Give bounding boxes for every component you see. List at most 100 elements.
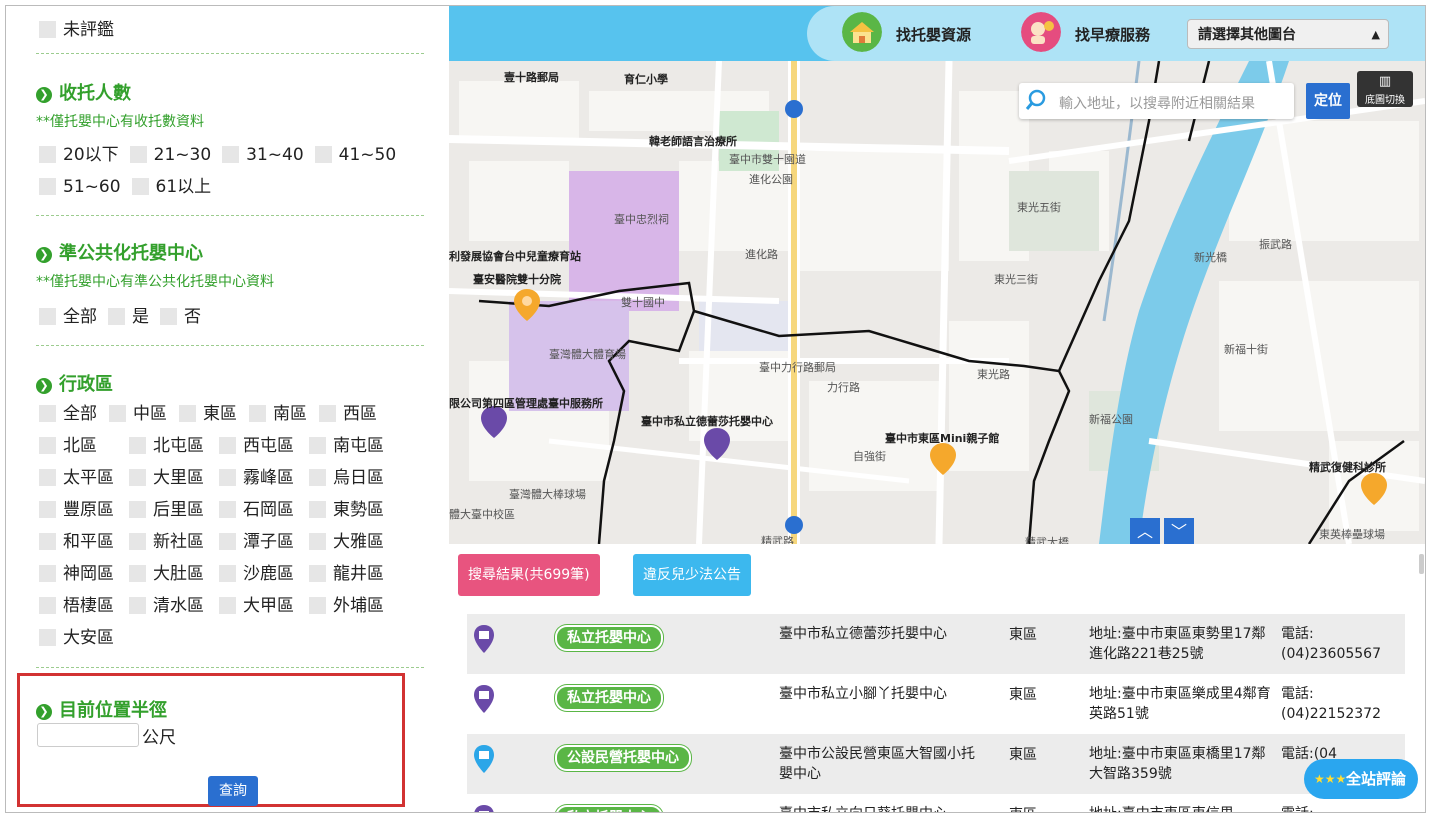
- checkbox[interactable]: [39, 597, 56, 614]
- radius-input[interactable]: [37, 723, 139, 747]
- checkbox[interactable]: [39, 565, 56, 582]
- checkbox[interactable]: [39, 437, 56, 454]
- checkbox[interactable]: [129, 565, 146, 582]
- capacity-option[interactable]: 41~50: [314, 143, 396, 167]
- early-intervention-icon[interactable]: [1021, 12, 1061, 52]
- district-option[interactable]: 大安區: [39, 622, 121, 654]
- table-row[interactable]: 私立托嬰中心 臺中市私立向日葵托嬰中心 東區 地址:臺中市東區東信里電話:: [467, 794, 1405, 812]
- quasi-public-option[interactable]: 否: [160, 305, 201, 329]
- quasi-public-option[interactable]: 是: [108, 305, 149, 329]
- checkbox[interactable]: [39, 533, 56, 550]
- checkbox[interactable]: [319, 405, 336, 422]
- district-option[interactable]: 東勢區: [309, 494, 391, 526]
- district-option[interactable]: 后里區: [129, 494, 211, 526]
- map[interactable]: 壹十路郵局 育仁小學 韓老師語言治療所 臺中市雙十園道 進化公園 臺中忠烈祠 利…: [449, 61, 1425, 544]
- checkbox[interactable]: [309, 437, 326, 454]
- district-option[interactable]: 神岡區: [39, 558, 121, 590]
- checkbox[interactable]: [39, 501, 56, 518]
- capacity-option[interactable]: 61以上: [131, 175, 211, 199]
- district-option[interactable]: 豐原區: [39, 494, 121, 526]
- district-option[interactable]: 霧峰區: [219, 462, 301, 494]
- district-option[interactable]: 大里區: [129, 462, 211, 494]
- facility-name[interactable]: 臺中市私立向日葵托嬰中心: [779, 804, 979, 812]
- checkbox[interactable]: [309, 469, 326, 486]
- district-option[interactable]: 北區: [39, 430, 121, 462]
- scroll-down-button[interactable]: ﹀: [1164, 518, 1194, 544]
- district-option[interactable]: 西屯區: [219, 430, 301, 462]
- scrollbar[interactable]: [1419, 554, 1424, 574]
- district-option[interactable]: 西區: [319, 398, 401, 430]
- checkbox[interactable]: [309, 501, 326, 518]
- childcare-resource-icon[interactable]: [842, 12, 882, 52]
- district-option-label: 石岡區: [243, 500, 294, 520]
- search-input[interactable]: 輸入地址，以搜尋附近相關結果: [1059, 93, 1255, 113]
- checkbox[interactable]: [129, 533, 146, 550]
- district-option[interactable]: 南屯區: [309, 430, 391, 462]
- map-search-box[interactable]: 輸入地址，以搜尋附近相關結果: [1019, 83, 1294, 119]
- district-option[interactable]: 外埔區: [309, 590, 391, 622]
- query-button[interactable]: 查詢: [208, 776, 258, 806]
- checkbox[interactable]: [109, 405, 126, 422]
- checkbox[interactable]: [219, 469, 236, 486]
- basemap-toggle-button[interactable]: ▥ 底圖切換: [1357, 71, 1413, 107]
- map-label: 臺中市東區Mini親子館: [885, 432, 1000, 445]
- district-option[interactable]: 沙鹿區: [219, 558, 301, 590]
- district-option[interactable]: 大肚區: [129, 558, 211, 590]
- locate-button[interactable]: 定位: [1306, 83, 1350, 119]
- quasi-public-option[interactable]: 全部: [39, 305, 97, 329]
- district-option[interactable]: 石岡區: [219, 494, 301, 526]
- checkbox[interactable]: [39, 469, 56, 486]
- site-review-button[interactable]: ★★★ 全站評論: [1304, 759, 1418, 799]
- filter-unrated[interactable]: 未評鑑: [39, 18, 125, 42]
- district-option[interactable]: 龍井區: [309, 558, 391, 590]
- checkbox[interactable]: [219, 501, 236, 518]
- checkbox[interactable]: [219, 565, 236, 582]
- checkbox[interactable]: [39, 405, 56, 422]
- capacity-option[interactable]: 51~60: [39, 175, 121, 199]
- district-option[interactable]: 潭子區: [219, 526, 301, 558]
- checkbox[interactable]: [219, 437, 236, 454]
- facility-name[interactable]: 臺中市公設民營東區大智國小托嬰中心: [779, 744, 979, 784]
- other-platform-select[interactable]: 請選擇其他圖台 ▲: [1187, 19, 1389, 49]
- district-option-label: 梧棲區: [63, 596, 114, 616]
- checkbox[interactable]: [309, 565, 326, 582]
- district-option-label: 豐原區: [63, 500, 114, 520]
- map-label: 新福公園: [1089, 413, 1133, 426]
- table-row[interactable]: 私立托嬰中心 臺中市私立小腳丫托嬰中心 東區 地址:臺中市東區樂成里4鄰育英路51號電…: [467, 674, 1405, 734]
- find-early-intervention-link[interactable]: 找早療服務: [1075, 24, 1150, 45]
- district-option[interactable]: 太平區: [39, 462, 121, 494]
- district-option[interactable]: 烏日區: [309, 462, 391, 494]
- checkbox[interactable]: [39, 629, 56, 646]
- facility-name[interactable]: 臺中市私立小腳丫托嬰中心: [779, 684, 979, 704]
- district-option[interactable]: 北屯區: [129, 430, 211, 462]
- checkbox[interactable]: [39, 21, 56, 38]
- checkbox[interactable]: [219, 597, 236, 614]
- find-childcare-link[interactable]: 找托嬰資源: [896, 24, 971, 45]
- capacity-option[interactable]: 21~30: [129, 143, 211, 167]
- address-cell: 地址:臺中市東區東橋里17鄰大智路359號: [1089, 746, 1266, 782]
- district-option[interactable]: 大甲區: [219, 590, 301, 622]
- table-row[interactable]: 私立托嬰中心 臺中市私立德蕾莎托嬰中心 東區 地址:臺中市東區東勢里17鄰進化路221…: [467, 614, 1405, 674]
- tab-search-results[interactable]: 搜尋結果(共699筆): [458, 554, 600, 596]
- district-option[interactable]: 新社區: [129, 526, 211, 558]
- district-option[interactable]: 梧棲區: [39, 590, 121, 622]
- scroll-up-button[interactable]: ︿: [1130, 518, 1160, 544]
- checkbox[interactable]: [309, 533, 326, 550]
- checkbox[interactable]: [249, 405, 266, 422]
- facility-name[interactable]: 臺中市私立德蕾莎托嬰中心: [779, 624, 979, 644]
- table-row[interactable]: 公設民營托嬰中心 臺中市公設民營東區大智國小托嬰中心 東區 地址:臺中市東區東橋里17…: [467, 734, 1405, 794]
- checkbox[interactable]: [129, 501, 146, 518]
- capacity-option[interactable]: 31~40: [222, 143, 304, 167]
- chevron-right-icon: ❯: [36, 378, 52, 394]
- checkbox[interactable]: [129, 437, 146, 454]
- checkbox[interactable]: [129, 469, 146, 486]
- district-option[interactable]: 清水區: [129, 590, 211, 622]
- checkbox[interactable]: [309, 597, 326, 614]
- capacity-option[interactable]: 20以下: [39, 143, 119, 167]
- checkbox[interactable]: [179, 405, 196, 422]
- tab-violation-notice[interactable]: 違反兒少法公告: [633, 554, 751, 596]
- checkbox[interactable]: [219, 533, 236, 550]
- district-option[interactable]: 大雅區: [309, 526, 391, 558]
- district-option[interactable]: 和平區: [39, 526, 121, 558]
- checkbox[interactable]: [129, 597, 146, 614]
